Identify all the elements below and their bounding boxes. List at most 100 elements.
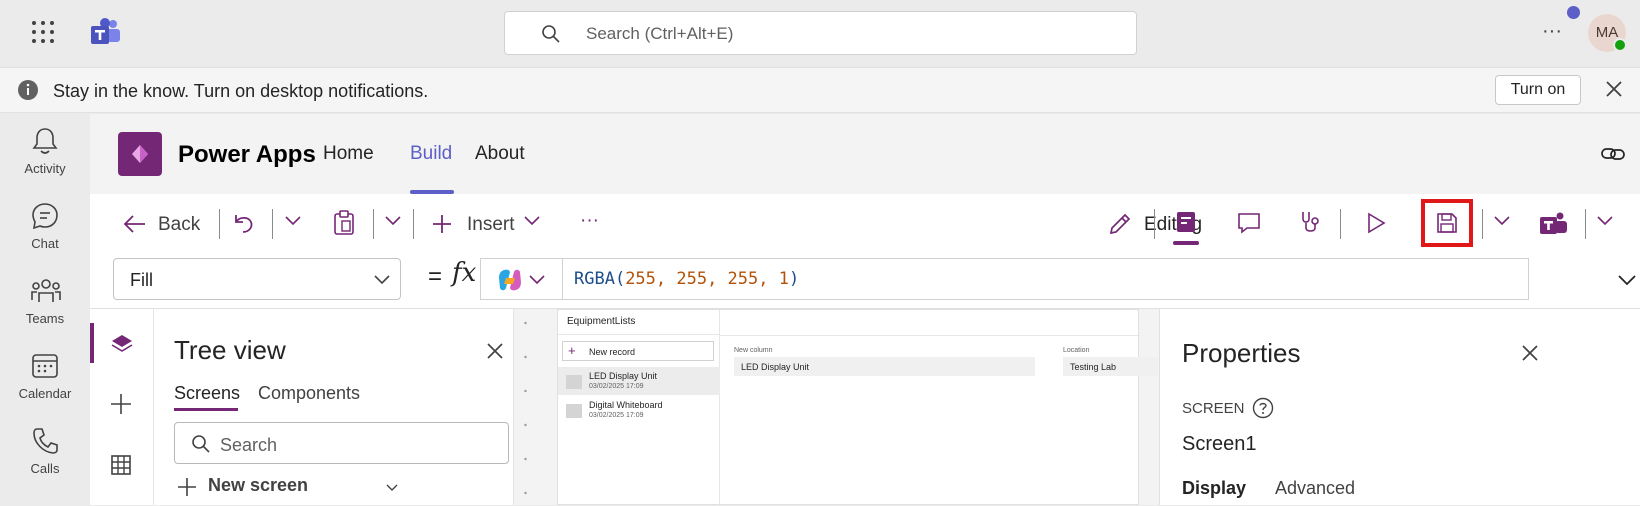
chevron-down-icon[interactable] bbox=[1494, 216, 1510, 226]
tab-display[interactable]: Display bbox=[1182, 478, 1246, 499]
search-bar[interactable]: Search (Ctrl+Alt+E) bbox=[504, 11, 1137, 55]
formula-input[interactable]: RGBA(255, 255, 255, 1) bbox=[480, 258, 1529, 300]
rail-item-teams[interactable]: Teams bbox=[0, 264, 90, 334]
phone-icon bbox=[33, 428, 58, 454]
close-icon[interactable] bbox=[486, 342, 504, 360]
image-placeholder-icon bbox=[566, 404, 582, 418]
divider bbox=[272, 209, 273, 239]
new-screen-button[interactable]: New screen bbox=[208, 475, 308, 496]
fx-icon[interactable]: fx bbox=[452, 258, 476, 288]
control-type-label: SCREEN bbox=[1182, 400, 1245, 417]
pencil-icon[interactable] bbox=[1108, 212, 1132, 236]
active-tab-indicator bbox=[174, 408, 238, 411]
design-canvas[interactable]: EquipmentLists + New record LED Display … bbox=[514, 309, 1171, 506]
app-screen-preview[interactable]: EquipmentLists + New record LED Display … bbox=[557, 309, 1158, 506]
new-record-button[interactable]: + New record bbox=[562, 341, 714, 361]
tree-view-pane: Tree view Screens Components Search New … bbox=[154, 309, 514, 505]
list-item[interactable]: LED Display Unit 03/02/2025 17:09 bbox=[558, 367, 720, 395]
power-apps-frame: Power Apps Home Build About Back Insert … bbox=[90, 114, 1640, 506]
save-icon bbox=[1436, 212, 1458, 234]
comment-icon[interactable] bbox=[1237, 212, 1261, 234]
copilot-icon[interactable] bbox=[497, 268, 523, 292]
gallery-header: EquipmentLists bbox=[558, 310, 720, 335]
app-checker-icon[interactable] bbox=[1175, 210, 1197, 234]
formula-expression: RGBA(255, 255, 255, 1) bbox=[574, 269, 799, 289]
rail-item-activity[interactable]: Activity bbox=[0, 114, 90, 184]
property-dropdown[interactable]: Fill bbox=[113, 258, 401, 300]
chevron-down-icon[interactable] bbox=[285, 216, 301, 226]
divider bbox=[413, 209, 414, 239]
more-commands-button[interactable]: ··· bbox=[580, 210, 599, 232]
search-placeholder: Search bbox=[220, 435, 278, 455]
bell-icon bbox=[32, 128, 58, 154]
divider bbox=[1585, 209, 1586, 239]
turn-on-button[interactable]: Turn on bbox=[1495, 75, 1581, 105]
tree-view-title: Tree view bbox=[174, 335, 286, 365]
close-icon[interactable] bbox=[1605, 80, 1623, 98]
field-value: Testing Lab bbox=[1070, 362, 1117, 372]
field-value-box[interactable]: LED Display Unit bbox=[734, 357, 1035, 376]
layers-icon[interactable] bbox=[110, 333, 134, 355]
insert-plus-icon[interactable] bbox=[110, 393, 132, 415]
tab-advanced[interactable]: Advanced bbox=[1275, 478, 1355, 499]
rail-item-calendar[interactable]: Calendar bbox=[0, 339, 90, 409]
app-launcher-icon[interactable] bbox=[31, 20, 55, 44]
plus-icon[interactable] bbox=[432, 214, 452, 234]
teams-logo-icon bbox=[91, 18, 121, 46]
chevron-down-icon[interactable] bbox=[524, 216, 540, 226]
tree-search-input[interactable]: Search bbox=[174, 422, 509, 464]
properties-title: Properties bbox=[1182, 338, 1301, 368]
divider bbox=[562, 259, 563, 299]
back-arrow-icon[interactable] bbox=[122, 214, 146, 234]
canvas-dots bbox=[524, 319, 527, 499]
save-button[interactable] bbox=[1421, 199, 1473, 247]
image-placeholder-icon bbox=[566, 375, 582, 389]
chevron-down-icon bbox=[374, 275, 390, 285]
chevron-down-icon[interactable] bbox=[1597, 216, 1613, 226]
notification-text: Stay in the know. Turn on desktop notifi… bbox=[53, 81, 429, 101]
active-indicator bbox=[90, 323, 94, 363]
item-title: Digital Whiteboard bbox=[589, 400, 663, 410]
link-icon[interactable] bbox=[1601, 144, 1625, 164]
rail-item-calls[interactable]: Calls bbox=[0, 414, 90, 484]
authoring-menu bbox=[90, 309, 154, 505]
app-name: Power Apps bbox=[178, 141, 316, 168]
expand-formula-icon[interactable] bbox=[1618, 275, 1636, 286]
plus-icon bbox=[177, 477, 197, 497]
data-table-icon[interactable] bbox=[110, 454, 132, 476]
stethoscope-icon[interactable] bbox=[1300, 210, 1324, 236]
search-icon bbox=[191, 434, 211, 454]
item-date: 03/02/2025 17:09 bbox=[589, 383, 644, 390]
chevron-down-icon[interactable] bbox=[385, 216, 401, 226]
tab-components[interactable]: Components bbox=[258, 383, 360, 404]
rail-item-chat[interactable]: Chat bbox=[0, 189, 90, 259]
tab-build[interactable]: Build bbox=[410, 143, 452, 165]
help-icon[interactable] bbox=[1252, 397, 1274, 419]
field-value: LED Display Unit bbox=[741, 362, 810, 372]
studio-workspace: Tree view Screens Components Search New … bbox=[90, 308, 1640, 506]
tab-home[interactable]: Home bbox=[323, 143, 374, 165]
tab-about[interactable]: About bbox=[475, 143, 525, 165]
list-item[interactable]: Digital Whiteboard 03/02/2025 17:09 bbox=[558, 396, 720, 424]
chevron-down-icon[interactable] bbox=[386, 484, 398, 492]
notification-banner: Stay in the know. Turn on desktop notifi… bbox=[0, 67, 1640, 113]
plus-icon: + bbox=[568, 343, 576, 358]
active-indicator bbox=[1173, 241, 1199, 245]
field-value-box[interactable]: Testing Lab bbox=[1063, 357, 1158, 376]
back-button[interactable]: Back bbox=[158, 214, 200, 236]
divider bbox=[1340, 209, 1341, 239]
paste-icon[interactable] bbox=[333, 210, 355, 236]
undo-icon[interactable] bbox=[232, 211, 256, 235]
play-icon[interactable] bbox=[1365, 212, 1387, 234]
chevron-down-icon[interactable] bbox=[529, 275, 545, 285]
search-placeholder: Search (Ctrl+Alt+E) bbox=[586, 24, 734, 43]
teams-publish-icon[interactable] bbox=[1540, 211, 1568, 237]
teams-icon bbox=[31, 279, 61, 302]
insert-button[interactable]: Insert bbox=[467, 214, 515, 236]
divider bbox=[1154, 209, 1155, 239]
close-icon[interactable] bbox=[1521, 344, 1539, 362]
equipment-gallery[interactable]: EquipmentLists + New record LED Display … bbox=[558, 310, 720, 506]
field-label: New column bbox=[734, 347, 773, 354]
tab-screens[interactable]: Screens bbox=[174, 383, 240, 404]
more-options-button[interactable]: ··· bbox=[1542, 20, 1562, 43]
